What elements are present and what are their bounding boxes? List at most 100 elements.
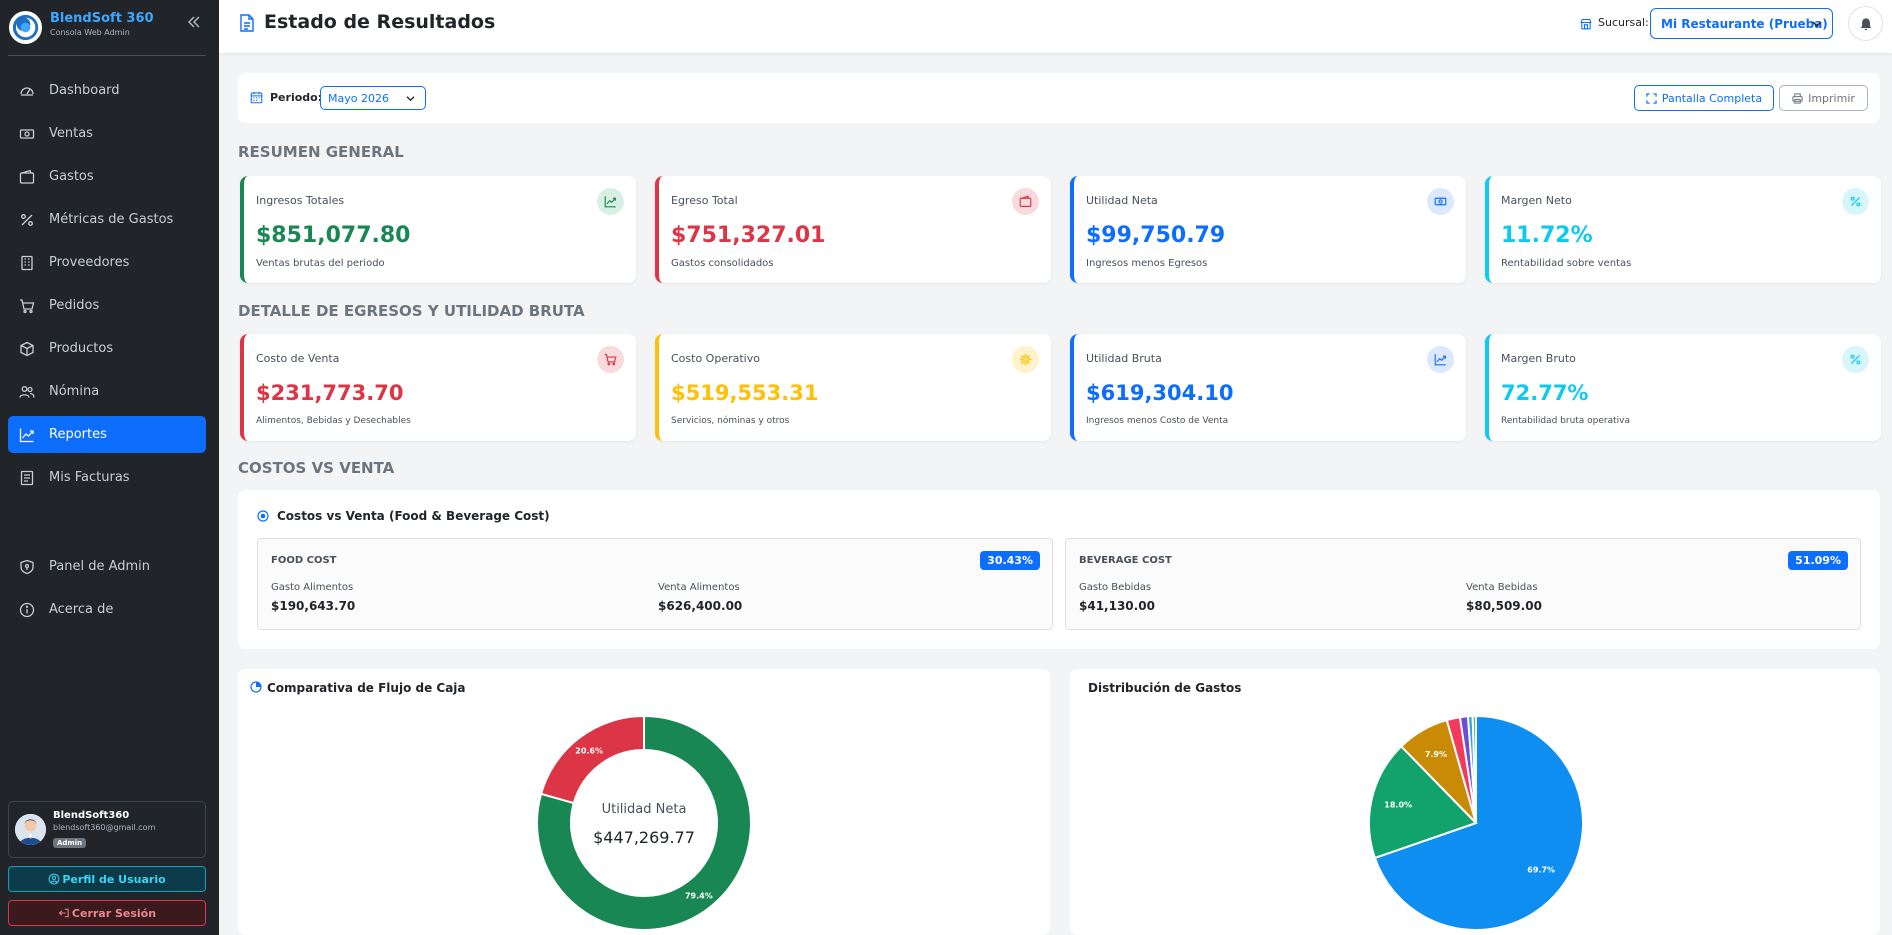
fullscreen-button-label: Pantalla Completa xyxy=(1661,91,1763,105)
shield-icon xyxy=(20,559,34,574)
kpi-value: $751,327.01 xyxy=(671,223,826,248)
sidebar-item-facturas[interactable]: Mis Facturas xyxy=(8,459,206,496)
profile-button[interactable]: Perfil de Usuario xyxy=(8,866,206,892)
chevron-down-icon xyxy=(1812,21,1822,28)
food-sales-value: $626,400.00 xyxy=(658,599,743,613)
period-select[interactable]: Mayo 2026 xyxy=(320,86,426,110)
sidebar-item-productos[interactable]: Productos xyxy=(8,330,206,367)
gear-icon xyxy=(1012,346,1039,373)
pie-chart-icon xyxy=(250,681,262,693)
brand: BlendSoft 360 Consola Web Admin xyxy=(8,8,208,48)
cashflow-chart-title: Comparativa de Flujo de Caja xyxy=(250,681,466,695)
percent-icon xyxy=(1842,188,1869,215)
kpi-label: Costo Operativo xyxy=(671,352,760,365)
kpi-card-ingresos: Ingresos Totales $851,077.80 Ventas brut… xyxy=(240,176,636,283)
sidebar-item-label: Pedidos xyxy=(49,298,100,313)
page-title: Estado de Resultados xyxy=(264,11,496,33)
sidebar-secondary-nav: Panel de Admin Acerca de xyxy=(8,548,206,634)
fullscreen-button[interactable]: Pantalla Completa xyxy=(1634,85,1774,111)
kpi-label: Margen Bruto xyxy=(1501,352,1576,365)
sidebar-item-pedidos[interactable]: Pedidos xyxy=(8,287,206,324)
beverage-cost-title: BEVERAGE COST xyxy=(1079,555,1172,566)
slice-label: 79.4% xyxy=(685,892,713,901)
distribution-chart-card: 69.7% 18.0% 7.9% Distribución de Gastos xyxy=(1070,669,1880,935)
user-avatar-icon xyxy=(15,814,46,845)
cashflow-chart-card: 79.4% 20.6% Comparativa de Flujo de Caja … xyxy=(238,669,1050,935)
kpi-label: Costo de Venta xyxy=(256,352,340,365)
kpi-value: $99,750.79 xyxy=(1086,223,1226,248)
food-cost-box: FOOD COST 30.43% Gasto Alimentos $190,64… xyxy=(257,538,1053,630)
kpi-value: 72.77% xyxy=(1501,381,1589,405)
user-name: BlendSoft360 xyxy=(53,810,130,821)
slice-label: 69.7% xyxy=(1527,865,1555,874)
cashflow-chart-title-text: Comparativa de Flujo de Caja xyxy=(267,681,466,695)
slice-label: 7.9% xyxy=(1425,750,1447,759)
sidebar-item-metricas[interactable]: Métricas de Gastos xyxy=(8,201,206,238)
graph-up-icon xyxy=(19,428,34,442)
sidebar-item-label: Acerca de xyxy=(49,602,114,617)
sidebar-item-ventas[interactable]: Ventas xyxy=(8,115,206,152)
sidebar-item-reportes[interactable]: Reportes xyxy=(8,416,206,453)
avatar xyxy=(15,814,46,845)
brand-logo-icon xyxy=(8,10,43,45)
sidebar: BlendSoft 360 Consola Web Admin Dashboar… xyxy=(0,0,219,935)
sidebar-item-label: Proveedores xyxy=(49,255,130,270)
kpi-value: $851,077.80 xyxy=(256,223,411,248)
kpi-label: Ingresos Totales xyxy=(256,194,345,207)
distribution-chart-title: Distribución de Gastos xyxy=(1088,681,1242,695)
print-button[interactable]: Imprimir xyxy=(1779,85,1868,111)
user-email: blendsoft360@gmail.com xyxy=(53,823,156,832)
sidebar-item-nomina[interactable]: Nómina xyxy=(8,373,206,410)
food-beverage-card: Costos vs Venta (Food & Beverage Cost) F… xyxy=(238,490,1880,649)
kpi-subtitle: Rentabilidad sobre ventas xyxy=(1501,258,1632,269)
kpi-subtitle: Gastos consolidados xyxy=(671,258,774,269)
kpi-subtitle: Rentabilidad bruta operativa xyxy=(1501,416,1631,426)
food-beverage-title: Costos vs Venta (Food & Beverage Cost) xyxy=(277,509,550,523)
top-bar: Estado de Resultados Sucursal: Mi Restau… xyxy=(219,0,1892,53)
kpi-card-egreso: Egreso Total $751,327.01 Gastos consolid… xyxy=(655,176,1051,283)
role-badge: Admin xyxy=(53,838,87,848)
donut-center-value: $447,269.77 xyxy=(593,828,695,847)
people-icon xyxy=(19,385,35,398)
cart-icon xyxy=(20,298,35,313)
profile-button-label: Perfil de Usuario xyxy=(62,872,166,886)
kpi-card-utilidad-bruta: Utilidad Bruta $619,304.10 Ingresos meno… xyxy=(1070,334,1466,441)
sidebar-item-dashboard[interactable]: Dashboard xyxy=(8,72,206,109)
sidebar-item-label: Productos xyxy=(49,341,114,356)
gauge-icon xyxy=(20,86,34,96)
notifications-button[interactable] xyxy=(1848,6,1883,41)
beverage-cost-badge: 51.09% xyxy=(1788,551,1848,570)
sidebar-item-label: Mis Facturas xyxy=(49,470,130,485)
kpi-label: Egreso Total xyxy=(671,194,738,207)
sidebar-item-gastos[interactable]: Gastos xyxy=(8,158,206,195)
kpi-label: Margen Neto xyxy=(1501,194,1572,207)
sidebar-item-acerca[interactable]: Acerca de xyxy=(8,591,206,628)
sidebar-item-panel-admin[interactable]: Panel de Admin xyxy=(8,548,206,585)
cash-icon xyxy=(1427,188,1454,215)
sidebar-item-proveedores[interactable]: Proveedores xyxy=(8,244,206,281)
kpi-value: $519,553.31 xyxy=(671,381,819,405)
branch-select[interactable]: Mi Restaurante (Prueba) xyxy=(1650,8,1833,39)
collapse-sidebar-icon[interactable] xyxy=(186,14,202,30)
sidebar-item-label: Reportes xyxy=(49,427,107,442)
box-icon xyxy=(20,341,34,356)
slice-label: 20.6% xyxy=(575,746,603,755)
kpi-value: $619,304.10 xyxy=(1086,381,1234,405)
period-select-value: Mayo 2026 xyxy=(328,91,389,105)
kpi-card-costo-venta: Costo de Venta $231,773.70 Alimentos, Be… xyxy=(240,334,636,441)
kpi-label: Utilidad Bruta xyxy=(1086,352,1162,365)
donut-center-label: Utilidad Neta xyxy=(601,802,687,817)
cart-icon xyxy=(597,346,624,373)
kpi-card-margen-neto: Margen Neto 11.72% Rentabilidad sobre ve… xyxy=(1485,176,1881,283)
pie-slice[interactable] xyxy=(539,714,645,805)
food-expense-value: $190,643.70 xyxy=(271,599,356,613)
food-expense-label: Gasto Alimentos xyxy=(271,582,354,593)
kpi-card-margen-bruto: Margen Bruto 72.77% Rentabilidad bruta o… xyxy=(1485,334,1881,441)
sidebar-item-label: Gastos xyxy=(49,169,94,184)
kpi-value: 11.72% xyxy=(1501,223,1593,248)
sidebar-nav: Dashboard Ventas Gastos Métricas de Gast… xyxy=(8,72,206,502)
logout-button[interactable]: Cerrar Sesión xyxy=(8,900,206,926)
beverage-expense-value: $41,130.00 xyxy=(1079,599,1155,613)
logout-button-label: Cerrar Sesión xyxy=(71,906,157,920)
chevron-down-icon xyxy=(406,96,415,102)
